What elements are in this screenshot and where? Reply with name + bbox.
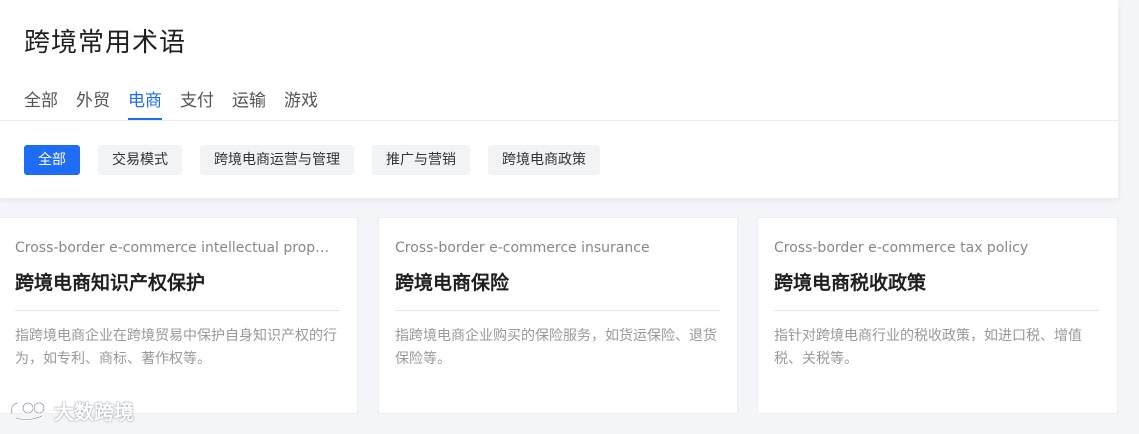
term-card[interactable]: Cross-border e-commerce tax policy 跨境电商税… [757,217,1118,414]
tab-games[interactable]: 游戏 [284,86,318,118]
page-title: 跨境常用术语 [24,28,187,58]
tab-payment[interactable]: 支付 [180,86,214,118]
term-description: 指跨境电商企业购买的保险服务，如货运保险、退货保险等。 [395,328,717,367]
tab-ecommerce[interactable]: 电商 [128,86,162,120]
tab-shipping[interactable]: 运输 [232,86,266,118]
card-divider [395,310,720,311]
filter-chip-policy[interactable]: 跨境电商政策 [488,145,600,175]
filter-chip-trade-mode[interactable]: 交易模式 [98,145,182,175]
watermark-logo: 大数跨境 [8,396,134,425]
tabs-divider [0,120,1118,121]
filter-chip-marketing[interactable]: 推广与营销 [372,145,470,175]
term-english-name: Cross-border e-commerce intellectual pro… [15,240,337,256]
filter-chip-operations[interactable]: 跨境电商运营与管理 [200,145,354,175]
tab-foreign-trade[interactable]: 外贸 [76,86,110,118]
term-english-name: Cross-border e-commerce insurance [395,240,650,256]
filter-chip-all[interactable]: 全部 [24,145,80,175]
term-card[interactable]: Cross-border e-commerce intellectual pro… [0,217,358,414]
card-divider [15,310,340,311]
term-card[interactable]: Cross-border e-commerce insurance 跨境电商保险… [378,217,738,414]
logo-icon [10,401,46,421]
category-tabs: 全部 外贸 电商 支付 运输 游戏 [24,86,336,120]
card-divider [774,310,1099,311]
term-title: 跨境电商知识产权保护 [15,272,206,294]
term-title: 跨境电商保险 [395,272,510,294]
term-description: 指跨境电商企业在跨境贸易中保护自身知识产权的行为，如专利、商标、著作权等。 [15,328,337,367]
filter-chips: 全部 交易模式 跨境电商运营与管理 推广与营销 跨境电商政策 [24,145,618,175]
term-english-name: Cross-border e-commerce tax policy [774,240,1029,256]
term-title: 跨境电商税收政策 [774,272,927,294]
watermark-text: 大数跨境 [54,400,134,424]
header-panel: 跨境常用术语 全部 外贸 电商 支付 运输 游戏 全部 交易模式 跨境电商运营与… [0,0,1118,198]
tab-all[interactable]: 全部 [24,86,58,118]
term-description: 指针对跨境电商行业的税收政策，如进口税、增值税、关税等。 [774,328,1082,367]
